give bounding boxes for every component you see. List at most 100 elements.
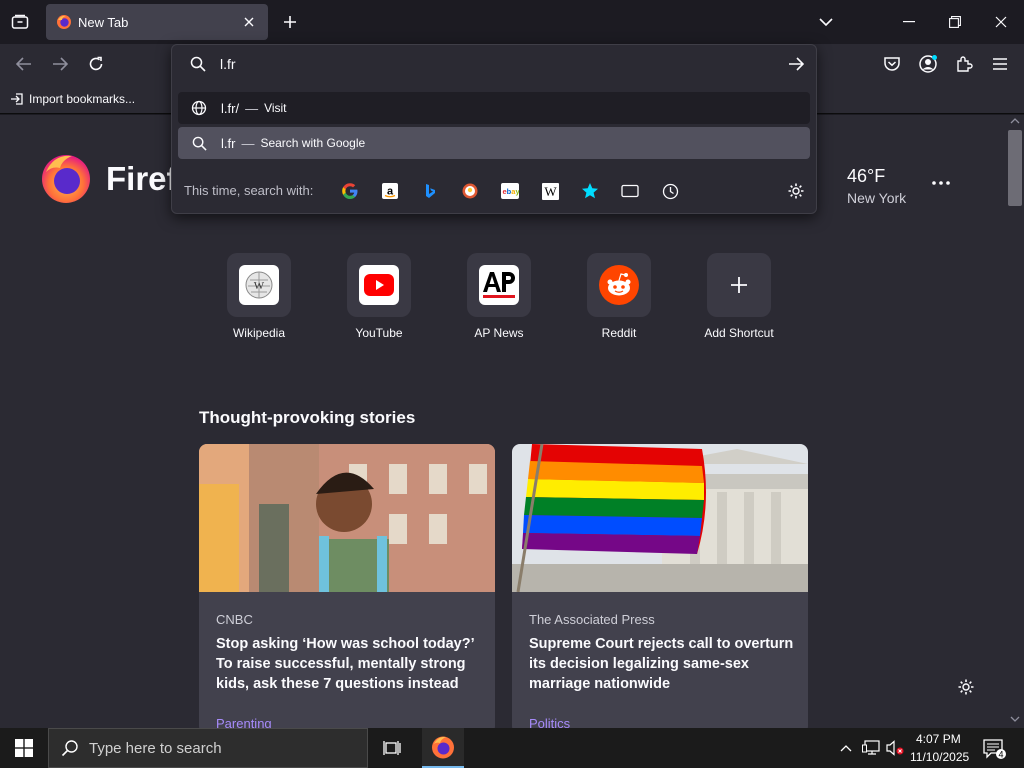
import-bookmarks-label: Import bookmarks... <box>29 92 136 106</box>
shortcut-label: AP News <box>474 326 524 340</box>
go-button[interactable] <box>784 52 808 76</box>
scroll-down-icon[interactable] <box>1006 713 1024 725</box>
shortcut-label: YouTube <box>355 326 403 340</box>
engine-bing-button[interactable] <box>419 180 441 202</box>
shortcut-tile[interactable] <box>587 253 651 317</box>
firefox-view-icon <box>11 14 29 29</box>
account-icon <box>919 55 937 73</box>
search-icon <box>61 740 78 757</box>
taskbar-search-box[interactable]: Type here to search <box>48 728 368 768</box>
urlbar-result-visit[interactable]: l.fr/ — Visit <box>178 92 810 124</box>
result-text: l.fr/ <box>221 100 240 116</box>
reddit-alien-icon <box>599 265 639 305</box>
new-tab-button[interactable] <box>276 8 304 36</box>
scrollbar-thumb[interactable] <box>1008 130 1022 206</box>
pocket-button[interactable] <box>878 50 906 78</box>
puzzle-icon <box>957 56 973 72</box>
hamburger-menu-icon <box>993 58 1007 70</box>
urlbar-result-search[interactable]: l.fr — Search with Google <box>178 127 810 159</box>
start-button[interactable] <box>0 728 48 768</box>
windows-logo-icon <box>15 739 33 757</box>
story-title[interactable]: Supreme Court rejects call to overturn i… <box>529 634 795 694</box>
amazon-icon: a <box>382 183 398 199</box>
shortcut-wikipedia[interactable]: W Wikipedia <box>204 253 314 340</box>
list-all-tabs-button[interactable] <box>812 8 840 36</box>
pocket-icon <box>884 57 900 71</box>
tab-new-tab[interactable]: New Tab <box>46 4 268 40</box>
wikipedia-globe-icon: W <box>245 271 273 299</box>
shortcut-tile[interactable] <box>707 253 771 317</box>
tray-overflow-button[interactable] <box>836 738 856 758</box>
close-icon[interactable] <box>240 13 258 31</box>
engine-wikipedia-button[interactable]: W <box>539 180 561 202</box>
globe-icon <box>190 99 208 117</box>
taskbar-search-placeholder: Type here to search <box>89 739 222 757</box>
weather-temperature[interactable]: 46°F <box>847 166 885 187</box>
action-center-button[interactable]: 4 <box>980 736 1008 762</box>
tab-icon <box>621 184 639 198</box>
clock-date[interactable]: 11/10/2025 <box>910 750 969 764</box>
weather-city[interactable]: New York <box>847 190 906 206</box>
restore-icon <box>949 16 961 28</box>
extensions-button[interactable] <box>950 50 978 78</box>
engine-tabs-button[interactable] <box>619 180 641 202</box>
firefox-wordmark: Firef <box>106 160 178 197</box>
search-settings-button[interactable] <box>785 180 807 202</box>
shortcut-youtube[interactable]: YouTube <box>324 253 434 340</box>
chevron-down-icon <box>819 18 833 27</box>
forward-button[interactable] <box>46 50 74 78</box>
search-with-label: This time, search with: <box>184 183 314 198</box>
engine-duckduckgo-button[interactable] <box>459 180 481 202</box>
restore-button[interactable] <box>932 0 978 44</box>
plus-icon <box>284 16 296 28</box>
shortcut-label: Add Shortcut <box>704 326 774 340</box>
engine-bookmarks-button[interactable] <box>579 180 601 202</box>
engine-history-button[interactable] <box>659 180 681 202</box>
firefox-view-button[interactable] <box>6 8 34 36</box>
story-card[interactable]: CNBC Stop asking ‘How was school today?’… <box>199 444 495 734</box>
urlbar-input[interactable] <box>220 52 760 76</box>
shortcut-tile[interactable] <box>467 253 531 317</box>
network-button[interactable] <box>861 738 881 758</box>
arrow-left-icon <box>16 57 31 71</box>
gear-icon <box>788 183 804 199</box>
arrow-right-icon <box>53 57 68 71</box>
result-separator: — <box>241 135 255 151</box>
shortcut-tile[interactable] <box>347 253 411 317</box>
minimize-button[interactable] <box>886 0 932 44</box>
reload-icon <box>89 56 103 71</box>
reload-button[interactable] <box>82 50 110 78</box>
page-scrollbar[interactable] <box>1006 115 1024 728</box>
search-icon <box>188 54 208 74</box>
engine-google-button[interactable] <box>339 180 361 202</box>
customize-page-button[interactable] <box>955 676 977 698</box>
shortcut-reddit[interactable]: Reddit <box>564 253 674 340</box>
engine-amazon-button[interactable]: a <box>379 180 401 202</box>
volume-button[interactable] <box>885 738 905 758</box>
story-source: CNBC <box>216 612 253 627</box>
shortcut-tile[interactable]: W <box>227 253 291 317</box>
scroll-up-icon[interactable] <box>1006 115 1024 127</box>
story-card[interactable]: The Associated Press Supreme Court rejec… <box>512 444 808 734</box>
chevron-up-icon <box>840 745 852 752</box>
svg-text:W: W <box>544 184 557 199</box>
duckduckgo-icon <box>462 183 478 199</box>
clock-time[interactable]: 4:07 PM <box>916 732 961 746</box>
shortcut-ap-news[interactable]: AP News <box>444 253 554 340</box>
story-title[interactable]: Stop asking ‘How was school today?’ To r… <box>216 634 482 694</box>
account-button[interactable] <box>914 50 942 78</box>
weather-menu-button[interactable] <box>928 172 954 194</box>
close-window-button[interactable] <box>978 0 1024 44</box>
task-view-button[interactable] <box>378 734 406 762</box>
back-button[interactable] <box>10 50 38 78</box>
wikipedia-icon: W <box>541 182 559 200</box>
result-text: l.fr <box>221 135 236 151</box>
svg-text:W: W <box>254 280 265 292</box>
import-bookmarks-button[interactable]: Import bookmarks... <box>10 89 135 109</box>
search-icon <box>190 134 208 152</box>
engine-ebay-button[interactable]: ebay <box>499 180 521 202</box>
app-menu-button[interactable] <box>986 50 1014 78</box>
svg-text:ebay: ebay <box>503 187 520 196</box>
taskbar-firefox-button[interactable] <box>422 728 464 768</box>
add-shortcut-button[interactable]: Add Shortcut <box>684 253 794 340</box>
